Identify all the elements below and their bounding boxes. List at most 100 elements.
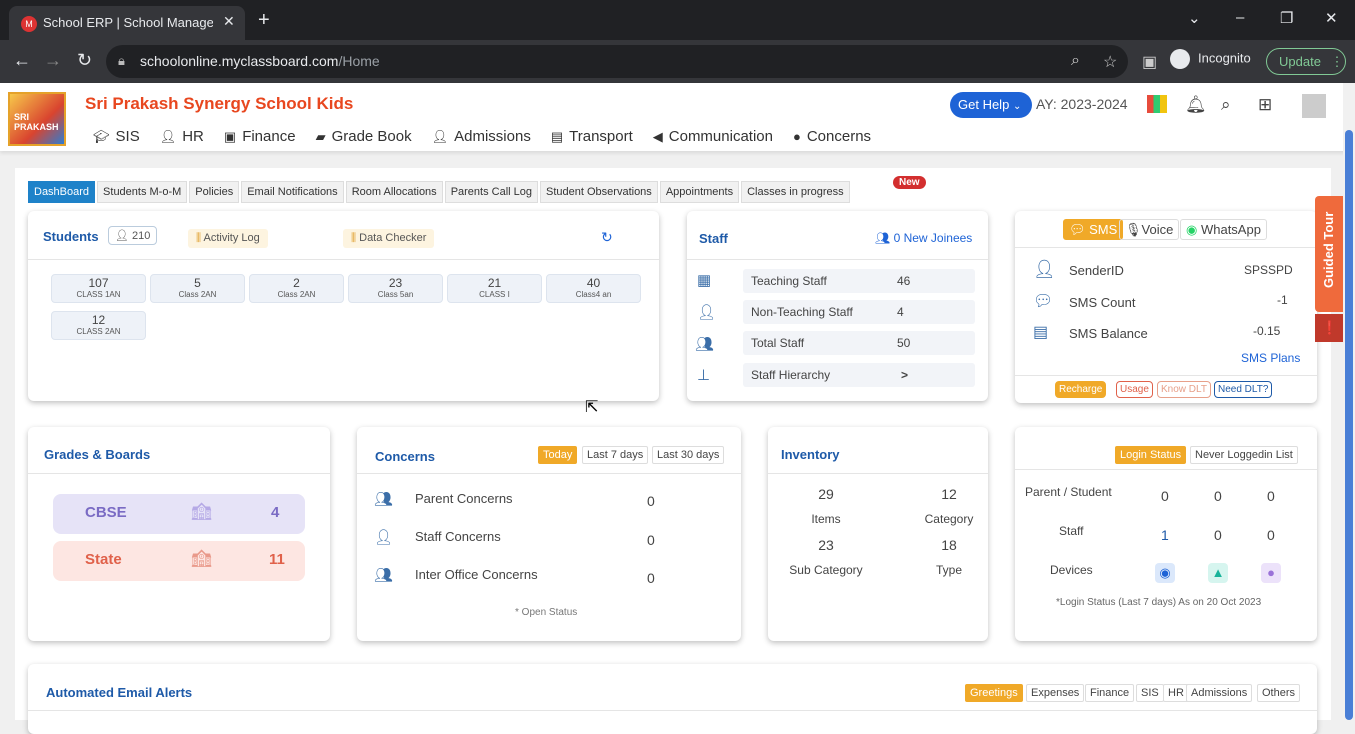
category-value[interactable]: 12 (909, 486, 989, 502)
android-icon[interactable]: ▲ (1208, 563, 1228, 583)
side-panel-icon[interactable]: ▣ (1142, 52, 1157, 72)
incognito-indicator[interactable]: Incognito (1170, 49, 1251, 69)
new-joinees-link[interactable]: 👥︎ 0 New Joinees (875, 231, 972, 245)
apple-icon[interactable]: ● (1261, 563, 1281, 583)
update-button[interactable]: Update ⋮ (1266, 48, 1346, 75)
activity-log-button[interactable]: ⫼ Activity Log (188, 229, 268, 248)
browser-tab[interactable]: M School ERP | School Managemen ✕ (9, 6, 245, 40)
tab-classes-in-progress[interactable]: Classes in progress (741, 181, 850, 203)
class-box[interactable]: 21 CLASS I (447, 274, 542, 303)
restore-icon[interactable]: ❐ (1280, 9, 1293, 27)
nav-admissions[interactable]: 👤︎ Admissions (432, 128, 531, 145)
email-tab-others[interactable]: Others (1257, 684, 1301, 702)
login-value[interactable]: 0 (1214, 527, 1222, 543)
get-help-button[interactable]: Get Help ⌄ (950, 92, 1032, 118)
channel-sms[interactable]: 💬︎ SMS (1063, 219, 1124, 240)
staff-row-teaching[interactable]: Teaching Staff 46 (743, 269, 975, 293)
academic-year[interactable]: AY: 2023-2024 (1036, 96, 1128, 112)
tab-parents-call-log[interactable]: Parents Call Log (444, 181, 539, 203)
staff-concerns-value[interactable]: 0 (647, 532, 655, 548)
class-box[interactable]: 40 Class4 an (546, 274, 641, 303)
grid-menu-icon[interactable]: ⊞ (1258, 95, 1272, 115)
need-dlt-button[interactable]: Need DLT? (1214, 381, 1273, 398)
email-tab-hr[interactable]: HR (1163, 684, 1189, 702)
nav-transport[interactable]: ▤ Transport (551, 128, 633, 145)
board-cbse[interactable]: CBSE 🏫︎ 4 (53, 494, 305, 534)
know-dlt-button[interactable]: Know DLT (1157, 381, 1211, 398)
apps-color-icon[interactable] (1147, 95, 1167, 113)
nav-grade-book[interactable]: ▰ Grade Book (316, 128, 412, 145)
forward-icon[interactable]: → (44, 50, 62, 71)
zoom-search-icon[interactable]: ⌕ (1071, 52, 1080, 70)
class-box[interactable]: 107 CLASS 1AN (51, 274, 146, 303)
recharge-button[interactable]: Recharge (1055, 381, 1107, 398)
feedback-chat-icon[interactable]: ❗ (1315, 314, 1345, 342)
range-last-30-days[interactable]: Last 30 days (652, 446, 725, 464)
channel-whatsapp[interactable]: ◉ WhatsApp (1180, 219, 1267, 240)
staff-row-hierarchy[interactable]: Staff Hierarchy > (743, 363, 975, 387)
sub-category-value[interactable]: 23 (786, 537, 866, 553)
class-box[interactable]: 23 Class 5an (348, 274, 443, 303)
email-tab-admissions[interactable]: Admissions (1186, 684, 1253, 702)
email-tab-sis[interactable]: SIS (1136, 684, 1164, 702)
chart-icon: ⫼ (196, 232, 202, 244)
tab-students-mom[interactable]: Students M-o-M (97, 181, 188, 203)
board-state[interactable]: State 🏫︎ 11 (53, 541, 305, 581)
nav-concerns[interactable]: ● Concerns (793, 128, 871, 145)
login-value[interactable]: 0 (1214, 488, 1222, 504)
data-checker-button[interactable]: ⫼ Data Checker (343, 229, 435, 248)
guided-tour-button[interactable]: Guided Tour (1315, 196, 1345, 312)
search-icon[interactable]: ⌕ (1221, 95, 1231, 115)
url-text[interactable]: schoolonline.myclassboard.com/Home (140, 53, 380, 69)
tab-policies[interactable]: Policies (189, 181, 240, 203)
class-box[interactable]: 5 Class 2AN (150, 274, 245, 303)
close-tab-icon[interactable]: ✕ (223, 13, 235, 30)
email-tab-greetings[interactable]: Greetings (965, 684, 1023, 702)
minimize-icon[interactable]: – (1236, 9, 1244, 26)
login-value[interactable]: 0 (1161, 488, 1169, 504)
staff-row-non-teaching[interactable]: Non-Teaching Staff 4 (743, 300, 975, 324)
nav-communication[interactable]: ◀ Communication (653, 128, 773, 145)
range-last-7-days[interactable]: Last 7 days (582, 446, 649, 464)
inter-office-value[interactable]: 0 (647, 570, 655, 586)
tab-never-loggedin[interactable]: Never Loggedin List (1190, 446, 1298, 464)
staff-row-total[interactable]: Total Staff 50 (743, 331, 975, 355)
login-value[interactable]: 0 (1267, 488, 1275, 504)
items-value[interactable]: 29 (786, 486, 866, 502)
new-tab-icon[interactable]: + (258, 9, 270, 32)
close-window-icon[interactable]: ✕ (1325, 9, 1338, 27)
tab-dashboard[interactable]: DashBoard (28, 181, 96, 203)
refresh-icon[interactable]: ↻ (601, 229, 613, 246)
students-count-badge[interactable]: 👤︎ 210 (108, 226, 158, 245)
email-tab-finance[interactable]: Finance (1085, 684, 1135, 702)
tab-room-allocations[interactable]: Room Allocations (345, 181, 443, 203)
reload-icon[interactable]: ↻ (77, 50, 92, 71)
nav-sis[interactable]: 🎓︎ SIS (93, 128, 140, 145)
login-value[interactable]: 1 (1161, 527, 1169, 543)
address-bar[interactable]: 🔒︎ schoolonline.myclassboard.com/Home (106, 45, 1128, 78)
channel-voice[interactable]: 🎙︎Voice (1119, 219, 1180, 240)
avatar[interactable] (1302, 94, 1326, 118)
range-today[interactable]: Today (538, 446, 578, 464)
type-value[interactable]: 18 (909, 537, 989, 553)
parent-concerns-value[interactable]: 0 (647, 493, 655, 509)
tab-student-observations[interactable]: Student Observations (540, 181, 658, 203)
web-globe-icon[interactable]: ◉ (1155, 563, 1175, 583)
tab-appointments[interactable]: Appointments (659, 181, 740, 203)
nav-finance[interactable]: ▣ Finance (224, 128, 296, 145)
bookmark-star-icon[interactable]: ☆ (1103, 52, 1117, 72)
tab-search-icon[interactable]: ⌄ (1188, 9, 1201, 27)
back-icon[interactable]: ← (13, 50, 31, 71)
bell-icon[interactable]: 🔔︎ (1185, 95, 1207, 115)
scrollbar-thumb[interactable] (1345, 130, 1353, 720)
school-logo[interactable]: SRI PRAKASH (8, 92, 66, 146)
class-box[interactable]: 2 Class 2AN (249, 274, 344, 303)
tab-login-status[interactable]: Login Status (1115, 446, 1187, 464)
email-tab-expenses[interactable]: Expenses (1026, 684, 1085, 702)
tab-email-notifications[interactable]: Email Notifications (241, 181, 344, 203)
class-box[interactable]: 12 CLASS 2AN (51, 311, 146, 340)
usage-button[interactable]: Usage (1116, 381, 1153, 398)
sms-plans-link[interactable]: SMS Plans (1241, 351, 1300, 365)
nav-hr[interactable]: 👤︎ HR (160, 128, 204, 145)
login-value[interactable]: 0 (1267, 527, 1275, 543)
